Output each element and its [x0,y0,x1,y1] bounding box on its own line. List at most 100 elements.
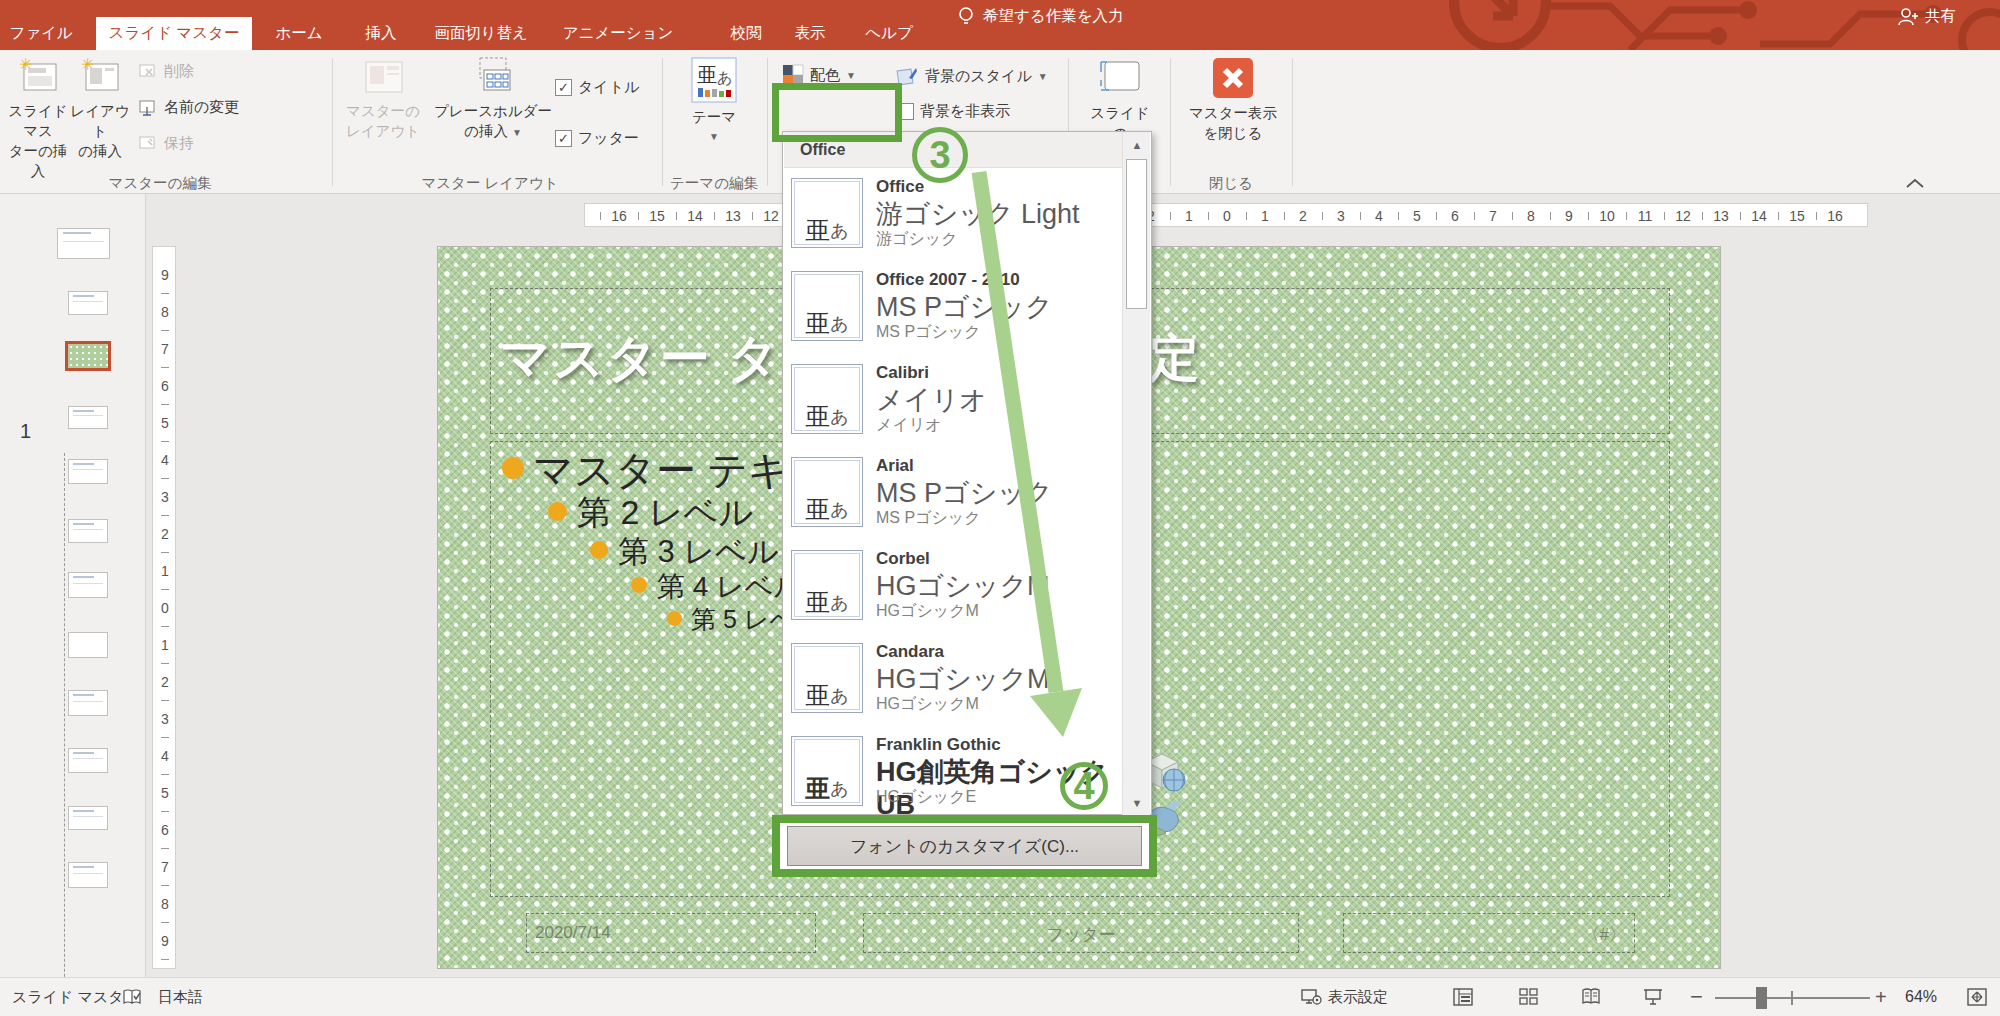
fit-to-window-button[interactable] [1966,978,1988,1016]
slide-thumbnail-3[interactable] [65,341,111,371]
bullet-icon [548,502,567,521]
normal-view-button[interactable] [1452,978,1474,1016]
collapse-ribbon-icon[interactable] [1904,176,1926,190]
font-sample-box: 亜あ [791,271,863,341]
slide-sorter-view-button[interactable] [1518,978,1540,1016]
tab-校閲[interactable]: 校閲 [718,17,774,50]
ruler-number: 1 [153,553,177,590]
scroll-up-icon[interactable]: ▲ [1123,139,1151,151]
font-sample-box: 亜あ [791,550,863,620]
bullet-text-level-2[interactable]: 第 2 レベル [577,490,753,536]
preserve-icon [138,135,158,153]
group-separator [1292,58,1293,186]
horizontal-ruler[interactable]: 1615141312111098765432101234567891011121… [584,203,1868,227]
status-view-name[interactable]: スライド マスター [12,978,139,1016]
preserve-button: 保持 [138,134,194,153]
slide-thumbnail-5[interactable] [68,459,108,484]
scroll-down-icon[interactable]: ▼ [1123,797,1151,809]
rename-label: 名前の変更 [164,98,239,117]
close-master-view-button[interactable]: マスター表示 を閉じる [1186,56,1280,143]
insert-placeholder-label: プレースホルダー の挿入 ▼ [434,101,552,143]
zoom-out-button[interactable]: − [1690,978,1703,1016]
tab-ヘルプ[interactable]: ヘルプ [862,17,916,50]
reading-view-button[interactable] [1580,978,1602,1016]
customize-fonts-button[interactable]: フォントのカスタマイズ(C)... [787,826,1142,866]
status-language[interactable]: 日本語 [158,978,203,1016]
hide-background-checkbox[interactable]: 背景を非表示 [897,102,1010,121]
footer-checkbox[interactable]: ✓ フッター [555,129,639,148]
ruler-number: 2 [1284,204,1322,228]
ruler-number: 7 [153,849,177,886]
slide-thumbnail-8[interactable] [68,632,108,658]
font-theme-item-Office[interactable]: 亜あOffice游ゴシック Light游ゴシック [783,173,1123,266]
tab-画面切り替え[interactable]: 画面切り替え [428,17,534,50]
insert-layout-button[interactable]: ✳ レイアウト の挿入 [70,56,130,161]
thumbnail-section-number: 1 [20,420,31,443]
font-theme-item-Office 2007 - 2010[interactable]: 亜あOffice 2007 - 2010MS PゴシックMS Pゴシック [783,266,1123,359]
slide-thumbnail-2[interactable] [68,291,108,315]
slide-thumbnail-6[interactable] [68,519,108,543]
vertical-ruler[interactable]: 9876543210123456789 [152,246,176,969]
slide-thumbnail-4[interactable] [68,406,108,429]
insert-placeholder-button[interactable]: プレースホルダー の挿入 ▼ [430,56,556,143]
group-label-close: 閉じる [1181,174,1281,193]
master-layout-label: マスターの レイアウト [346,101,420,141]
annotation-circle-4: 4 [1060,762,1108,810]
scrollbar-thumb[interactable] [1126,159,1147,309]
tab-アニメーション[interactable]: アニメーション [556,17,680,50]
slideshow-view-button[interactable] [1642,978,1664,1016]
date-placeholder[interactable]: 2020/7/14 [526,913,816,953]
ruler-number: 6 [1436,204,1474,228]
group-separator [1170,58,1171,186]
dropdown-scrollbar[interactable]: ▲ ▼ [1122,133,1150,815]
thumbnail-connector-line [64,453,65,1016]
theme-fonts-dropdown: Office 亜あOffice游ゴシック Light游ゴシック亜あOffice … [782,131,1152,815]
tab-slide-master[interactable]: スライド マスター [96,17,252,50]
zoom-percentage[interactable]: 64% [1905,978,1937,1016]
annotation-box-customize: フォントのカスタマイズ(C)... [772,815,1157,877]
slide-thumbnail-12[interactable] [68,862,108,888]
rename-button[interactable]: 名前の変更 [138,98,239,117]
slide-thumbnail-1[interactable] [57,228,110,259]
insert-slide-master-button[interactable]: ✳ スライド マス ターの挿入 [8,56,68,181]
bullet-text-level-4[interactable]: 第 4 レベル [657,568,802,606]
font-theme-item-Candara[interactable]: 亜あCandaraHGゴシックMHGゴシックM [783,638,1123,731]
colors-label: 配色 [810,66,840,85]
background-styles-button[interactable]: 背景のスタイル ▼ [895,64,1048,88]
ruler-number: 14 [1740,204,1778,228]
bullet-text-level-3[interactable]: 第 3 レベル [618,531,779,573]
themes-button[interactable]: 亜あ テーマ ▼ [676,56,752,142]
title-checkbox[interactable]: ✓ タイトル [555,78,639,97]
spellcheck-icon[interactable] [122,978,142,1016]
slide-thumbnail-7[interactable] [68,572,108,598]
font-theme-item-Corbel[interactable]: 亜あCorbelHGゴシックMHGゴシックM [783,545,1123,638]
zoom-in-button[interactable]: + [1875,978,1887,1016]
footer-checkbox-label: フッター [578,129,639,148]
close-master-label: マスター表示 を閉じる [1189,103,1277,143]
share-button[interactable]: 共有 [1896,0,1956,33]
font-theme-item-Calibri[interactable]: 亜あCalibriメイリオメイリオ [783,359,1123,452]
dropdown-arrow-icon: ▼ [512,127,522,138]
themes-icon: 亜あ [688,56,740,104]
font-theme-item-Arial[interactable]: 亜あArialMS PゴシックMS Pゴシック [783,452,1123,545]
slide-thumbnail-9[interactable] [68,690,108,716]
font-sample-box: 亜あ [791,364,863,434]
tab-ファイル[interactable]: ファイル [8,17,74,50]
slide-thumbnail-11[interactable] [68,806,108,830]
slide-size-button[interactable]: スライドの [1085,56,1155,143]
tab-表示[interactable]: 表示 [784,17,836,50]
bullet-icon [667,611,682,626]
zoom-slider-thumb[interactable] [1756,987,1767,1009]
ruler-number: 5 [1398,204,1436,228]
ruler-number: 3 [153,701,177,738]
footer-text: フッター [864,923,1298,946]
tab-挿入[interactable]: 挿入 [354,17,408,50]
tell-me-box[interactable]: 希望する作業を入力 [958,0,1124,33]
footer-placeholder[interactable]: フッター [863,913,1299,953]
slide-number-placeholder[interactable]: 〈#〉 [1343,913,1635,953]
slide-thumbnail-10[interactable] [68,748,108,773]
display-settings-button[interactable]: 表示設定 [1300,978,1388,1016]
group-separator [767,58,768,186]
tab-ホーム[interactable]: ホーム [266,17,332,50]
slide-size-icon [1095,56,1145,100]
